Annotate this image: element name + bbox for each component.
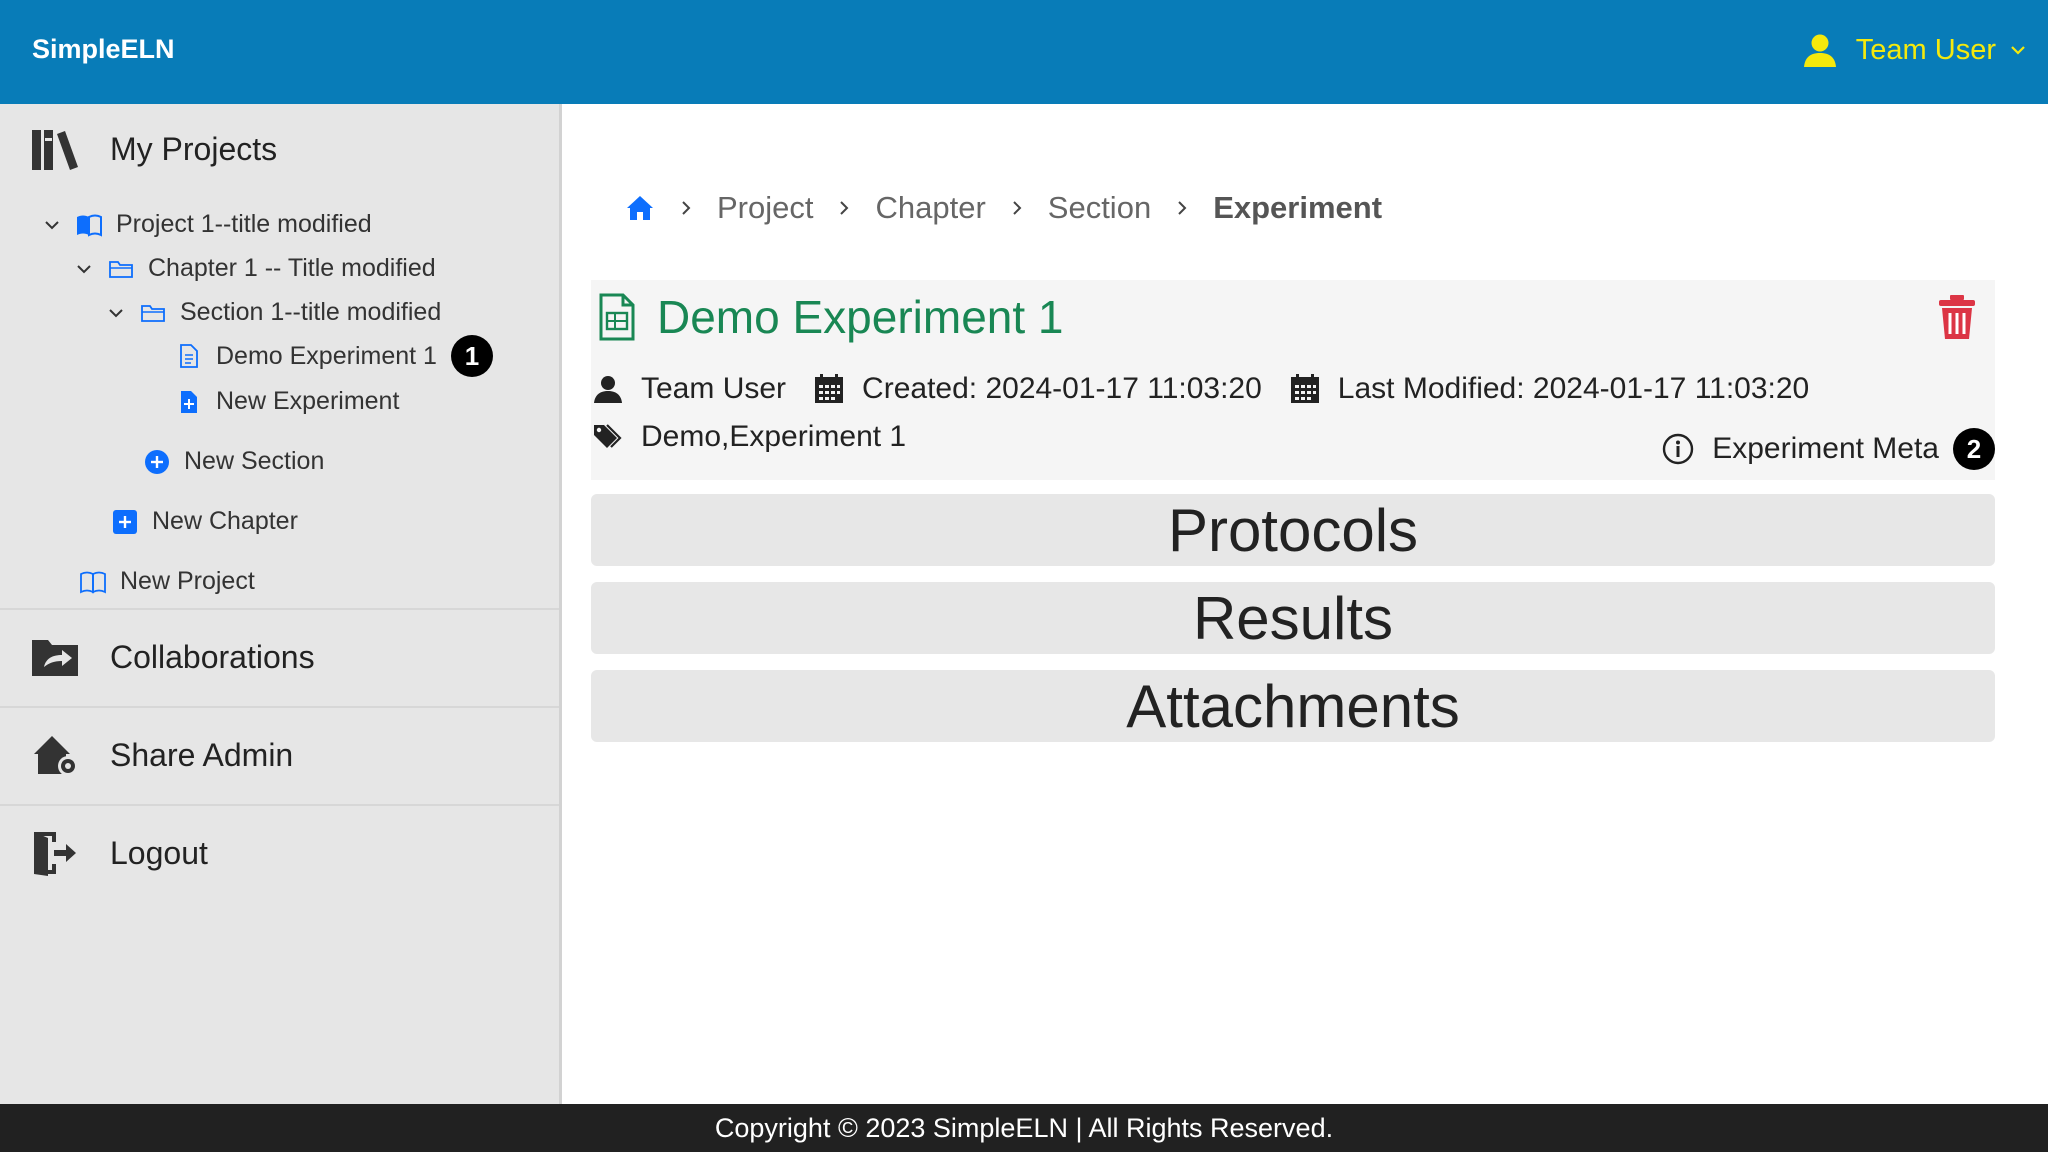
new-experiment-label: New Experiment xyxy=(216,387,400,415)
experiment-tags-row: Demo,Experiment 1 xyxy=(593,420,906,454)
experiment-title-text: Demo Experiment 1 xyxy=(657,291,1064,343)
tree-new-chapter[interactable]: New Chapter xyxy=(112,507,298,536)
tree-experiment-label: Demo Experiment 1 xyxy=(216,341,437,370)
chevron-right-icon xyxy=(1178,201,1187,215)
user-icon xyxy=(1803,34,1836,67)
book-open-icon xyxy=(77,214,102,237)
logout-door-icon xyxy=(34,832,76,876)
home-icon[interactable] xyxy=(625,193,655,223)
plus-square-icon xyxy=(113,509,137,534)
chevron-down-icon xyxy=(109,308,123,317)
footer-copyright: Copyright © 2023 SimpleELN | All Rights … xyxy=(714,1112,1334,1143)
divider xyxy=(0,608,559,610)
experiment-owner: Team User xyxy=(641,372,787,405)
chevron-right-icon xyxy=(1013,201,1022,215)
experiment-last-modified: Last Modified: 2024-01-17 11:03:20 xyxy=(1337,372,1810,405)
tree-chapter-1[interactable]: Chapter 1 -- Title modified xyxy=(76,254,436,283)
file-plus-icon xyxy=(181,390,197,413)
tree-experiment-1[interactable]: Demo Experiment 1 1 xyxy=(176,335,493,377)
tree-project-label: Project 1--title modified xyxy=(116,210,372,238)
experiment-title: Demo Experiment 1 xyxy=(597,290,1064,344)
experiment-tags: Demo,Experiment 1 xyxy=(641,420,907,453)
sidebar-my-projects[interactable]: My Projects xyxy=(30,126,277,172)
document-icon xyxy=(599,293,635,341)
sidebar-share-admin[interactable]: Share Admin xyxy=(30,732,293,778)
sidebar-collaborations[interactable]: Collaborations xyxy=(30,634,315,680)
calendar-icon xyxy=(815,374,844,403)
breadcrumb-chapter[interactable]: Chapter xyxy=(875,190,985,226)
chevron-down-icon xyxy=(2011,46,2025,55)
folder-icon xyxy=(141,304,165,322)
tree-new-section[interactable]: New Section xyxy=(144,447,324,476)
annotation-badge-1: 1 xyxy=(450,335,493,377)
breadcrumb-project[interactable]: Project xyxy=(717,190,813,226)
experiment-meta-label: Experiment Meta xyxy=(1712,432,1939,465)
house-gear-icon xyxy=(34,736,78,776)
tree-new-experiment[interactable]: New Experiment xyxy=(176,387,399,416)
breadcrumb-section[interactable]: Section xyxy=(1048,190,1151,226)
tree-new-project[interactable]: New Project xyxy=(80,567,255,596)
attachments-accordion[interactable]: Attachments xyxy=(591,670,1995,742)
experiment-meta-button[interactable]: Experiment Meta 2 xyxy=(1662,428,1995,470)
user-name: Team User xyxy=(1855,33,1996,66)
sidebar: My Projects Project 1--title modified Ch… xyxy=(0,104,562,1104)
delete-trash-icon[interactable] xyxy=(1937,294,1977,340)
folder-icon xyxy=(109,260,133,278)
experiment-header-card: Demo Experiment 1 Team User Created: 202… xyxy=(591,280,1995,480)
chevron-right-icon xyxy=(840,201,849,215)
info-circle-icon xyxy=(1663,433,1694,465)
protocols-accordion[interactable]: Protocols xyxy=(591,494,1995,566)
sidebar-logout[interactable]: Logout xyxy=(30,830,208,876)
footer: Copyright © 2023 SimpleELN | All Rights … xyxy=(0,1104,2048,1152)
brand-logo[interactable]: SimpleELN xyxy=(32,34,175,65)
new-chapter-label: New Chapter xyxy=(152,507,298,535)
experiment-meta-row: Team User Created: 2024-01-17 11:03:20 L… xyxy=(593,372,1809,406)
my-projects-label: My Projects xyxy=(110,130,278,167)
breadcrumb-current: Experiment xyxy=(1213,190,1383,225)
share-admin-label: Share Admin xyxy=(110,736,294,773)
collaborations-label: Collaborations xyxy=(110,638,315,675)
chevron-down-icon xyxy=(77,264,91,273)
new-project-label: New Project xyxy=(120,567,255,595)
person-icon xyxy=(594,376,622,403)
top-navbar: SimpleELN Team User xyxy=(0,0,2048,104)
tree-project-1[interactable]: Project 1--title modified xyxy=(44,210,372,239)
tree-chapter-label: Chapter 1 -- Title modified xyxy=(148,254,436,282)
tree-section-label: Section 1--title modified xyxy=(180,298,442,326)
document-icon xyxy=(180,344,198,368)
calendar-icon xyxy=(1290,374,1319,403)
book-icon xyxy=(80,571,106,593)
chevron-right-icon xyxy=(682,201,691,215)
annotation-badge-2: 2 xyxy=(1953,428,1995,470)
plus-circle-icon xyxy=(145,449,169,474)
new-section-label: New Section xyxy=(184,447,325,475)
divider xyxy=(0,804,559,806)
divider xyxy=(0,706,559,708)
breadcrumb: Project Chapter Section Experiment xyxy=(625,190,1382,226)
experiment-created: Created: 2024-01-17 11:03:20 xyxy=(862,372,1262,405)
chevron-down-icon xyxy=(45,220,59,229)
results-accordion[interactable]: Results xyxy=(591,582,1995,654)
main-content: Project Chapter Section Experiment Demo … xyxy=(565,104,2048,1104)
folder-share-icon xyxy=(32,640,78,676)
tree-section-1[interactable]: Section 1--title modified xyxy=(108,298,441,327)
books-icon xyxy=(32,130,78,170)
tags-icon xyxy=(594,424,622,448)
logout-label: Logout xyxy=(110,834,208,871)
user-menu-dropdown[interactable]: Team User xyxy=(1802,32,2026,68)
